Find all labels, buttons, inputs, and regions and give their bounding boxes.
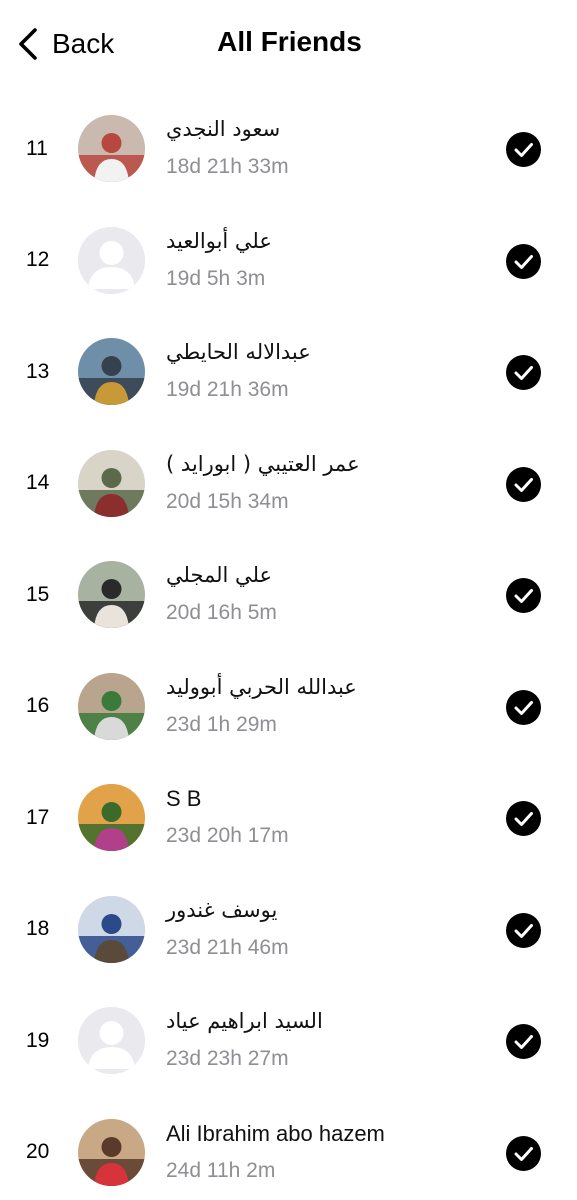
friend-name: علي المجلي bbox=[166, 563, 273, 587]
rank-number: 16 bbox=[26, 694, 50, 718]
check-icon[interactable] bbox=[506, 466, 541, 502]
top-bar: Back All Friends bbox=[0, 0, 577, 86]
check-icon[interactable] bbox=[506, 801, 541, 836]
friend-row[interactable]: 20 Ali Ibrahim abo hazem 24d 11h 2m bbox=[0, 1097, 577, 1200]
rank-number: 18 bbox=[26, 917, 50, 941]
rank-number: 19 bbox=[26, 1028, 50, 1052]
rank-number: 11 bbox=[26, 136, 48, 160]
friend-name: يوسف غندور bbox=[166, 897, 278, 922]
check-icon[interactable] bbox=[506, 132, 541, 167]
friend-duration: 18d 21h 33m bbox=[166, 155, 289, 178]
friend-name: S B bbox=[166, 786, 202, 811]
friend-name: عبدالاله الحايطي bbox=[166, 340, 311, 364]
friend-name: علي أبوالعيد bbox=[166, 228, 272, 253]
friend-row[interactable]: 19 السيد ابراهيم عياد 23d 23h 27m bbox=[0, 985, 577, 1097]
friend-duration: 23d 20h 17m bbox=[166, 824, 289, 847]
avatar[interactable] bbox=[78, 895, 145, 963]
check-icon[interactable] bbox=[506, 578, 541, 613]
check-icon[interactable] bbox=[506, 355, 541, 390]
rank-number: 14 bbox=[26, 471, 50, 495]
check-icon[interactable] bbox=[506, 689, 541, 725]
avatar[interactable] bbox=[78, 561, 145, 628]
avatar[interactable] bbox=[78, 338, 145, 405]
friend-duration: 23d 23h 27m bbox=[166, 1047, 289, 1070]
friend-duration: 20d 16h 5m bbox=[166, 601, 277, 624]
friend-row[interactable]: 15 علي المجلي 20d 16h 5m bbox=[0, 539, 577, 651]
check-icon[interactable] bbox=[506, 1135, 541, 1171]
avatar[interactable] bbox=[78, 115, 145, 182]
friends-list: 11 سعود النجدي 18d 21h 33m 12 علي أبوالعيد 19… bbox=[0, 93, 577, 1200]
friend-name: عمر العتيبي ( ابورايد ) bbox=[166, 451, 360, 476]
rank-number: 15 bbox=[26, 582, 50, 606]
friend-row[interactable]: 14 عمر العتيبي ( ابورايد ) 20d 15h 34m bbox=[0, 428, 577, 540]
friend-name: Ali Ibrahim abo hazem bbox=[166, 1120, 385, 1146]
avatar[interactable] bbox=[78, 1007, 145, 1074]
page-title: All Friends bbox=[217, 26, 362, 57]
avatar[interactable] bbox=[78, 784, 145, 851]
avatar[interactable] bbox=[78, 1118, 145, 1186]
rank-number: 13 bbox=[26, 359, 50, 383]
avatar[interactable] bbox=[78, 672, 145, 740]
avatar[interactable] bbox=[78, 449, 145, 517]
friend-duration: 19d 21h 36m bbox=[166, 378, 289, 401]
check-icon[interactable] bbox=[506, 912, 541, 948]
friend-duration: 23d 1h 29m bbox=[166, 712, 277, 736]
friend-duration: 19d 5h 3m bbox=[166, 266, 266, 290]
friend-name: سعود النجدي bbox=[166, 117, 281, 141]
check-icon[interactable] bbox=[506, 1024, 541, 1059]
friend-duration: 20d 15h 34m bbox=[166, 489, 289, 513]
friend-duration: 23d 21h 46m bbox=[166, 935, 289, 959]
check-icon[interactable] bbox=[506, 243, 541, 279]
friend-duration: 24d 11h 2m bbox=[166, 1158, 276, 1182]
friend-row[interactable]: 18 يوسف غندور 23d 21h 46m bbox=[0, 874, 577, 986]
rank-number: 20 bbox=[26, 1140, 50, 1164]
friend-name: عبدالله الحربي أبووليد bbox=[166, 674, 357, 699]
avatar[interactable] bbox=[78, 226, 145, 294]
friend-row[interactable]: 11 سعود النجدي 18d 21h 33m bbox=[0, 93, 577, 205]
friend-row[interactable]: 17 S B 23d 20h 17m bbox=[0, 762, 577, 874]
friend-name: السيد ابراهيم عياد bbox=[166, 1009, 323, 1033]
friend-row[interactable]: 13 عبدالاله الحايطي 19d 21h 36m bbox=[0, 316, 577, 428]
rank-number: 17 bbox=[26, 805, 50, 829]
friend-row[interactable]: 12 علي أبوالعيد 19d 5h 3m bbox=[0, 205, 577, 317]
friend-row[interactable]: 16 عبدالله الحربي أبووليد 23d 1h 29m bbox=[0, 651, 577, 763]
rank-number: 12 bbox=[26, 248, 50, 272]
